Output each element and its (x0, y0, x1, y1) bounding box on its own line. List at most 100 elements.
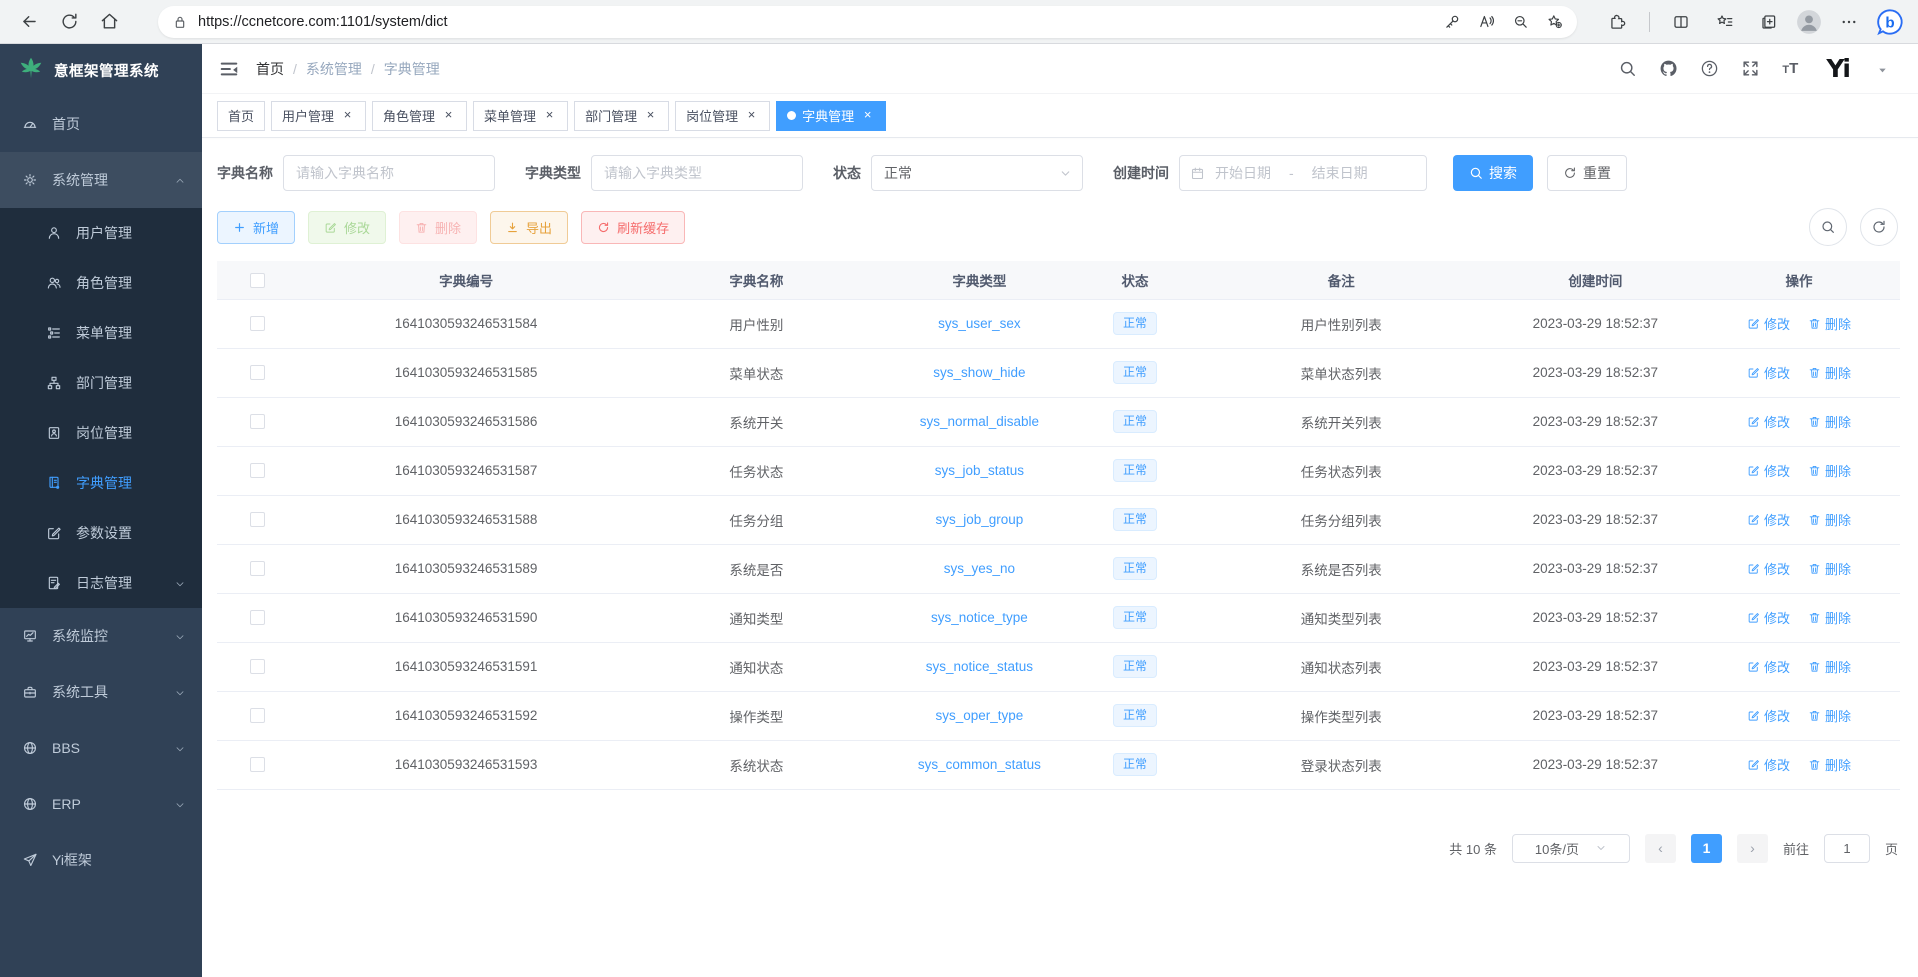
row-checkbox[interactable] (250, 610, 265, 625)
refresh-icon[interactable] (52, 5, 86, 39)
font-size-icon[interactable]: TT (1782, 60, 1798, 77)
row-delete-button[interactable]: 删除 (1808, 461, 1851, 480)
export-button[interactable]: 导出 (490, 211, 568, 244)
row-edit-button[interactable]: 修改 (1747, 755, 1790, 774)
dict-name-input[interactable] (283, 155, 495, 191)
row-delete-button[interactable]: 删除 (1808, 755, 1851, 774)
url-text[interactable]: https://ccnetcore.com:1101/system/dict (198, 14, 1437, 30)
page-size-select[interactable]: 10条/页 (1512, 834, 1630, 863)
bing-chat-icon[interactable]: b (1876, 8, 1904, 36)
sidebar-item-system-tools[interactable]: 系统工具 (0, 664, 202, 720)
sidebar-item-role-mgmt[interactable]: 角色管理 (0, 258, 202, 308)
status-select[interactable]: 正常 (871, 155, 1083, 191)
sidebar-item-system-mgmt[interactable]: 系统管理 (0, 152, 202, 208)
favorites-bar-icon[interactable] (1708, 5, 1742, 39)
sidebar-item-yi-framework[interactable]: Yi框架 (0, 832, 202, 888)
select-all-checkbox[interactable] (250, 273, 265, 288)
sidebar-item-erp[interactable]: ERP (0, 776, 202, 832)
row-edit-button[interactable]: 修改 (1747, 608, 1790, 627)
row-delete-button[interactable]: 删除 (1808, 706, 1851, 725)
row-checkbox[interactable] (250, 316, 265, 331)
row-checkbox[interactable] (250, 463, 265, 478)
close-tab-icon[interactable]: × (643, 108, 658, 123)
close-tab-icon[interactable]: × (340, 108, 355, 123)
close-tab-icon[interactable]: × (542, 108, 557, 123)
browser-profile-avatar[interactable] (1796, 9, 1822, 35)
breadcrumb-system[interactable]: 系统管理 (306, 59, 362, 79)
goto-page-input[interactable] (1824, 834, 1870, 863)
password-key-icon[interactable] (1437, 7, 1467, 37)
row-delete-button[interactable]: 删除 (1808, 412, 1851, 431)
back-icon[interactable] (12, 5, 46, 39)
row-edit-button[interactable]: 修改 (1747, 706, 1790, 725)
row-delete-button[interactable]: 删除 (1808, 657, 1851, 676)
sidebar-item-param-settings[interactable]: 参数设置 (0, 508, 202, 558)
read-aloud-icon[interactable] (1471, 7, 1501, 37)
search-button[interactable]: 搜索 (1453, 155, 1533, 191)
row-edit-button[interactable]: 修改 (1747, 314, 1790, 333)
show-search-toggle-button[interactable] (1809, 208, 1847, 246)
close-tab-icon[interactable]: × (744, 108, 759, 123)
breadcrumb-home[interactable]: 首页 (256, 59, 284, 79)
github-icon[interactable] (1659, 59, 1678, 78)
tab-3[interactable]: 菜单管理× (473, 101, 568, 131)
add-button[interactable]: 新增 (217, 211, 295, 244)
row-checkbox[interactable] (250, 659, 265, 674)
collections-icon[interactable] (1752, 5, 1786, 39)
add-favorite-icon[interactable] (1539, 7, 1569, 37)
row-edit-button[interactable]: 修改 (1747, 510, 1790, 529)
help-icon[interactable] (1700, 59, 1719, 78)
row-delete-button[interactable]: 删除 (1808, 510, 1851, 529)
dict-type-link[interactable]: sys_notice_status (926, 659, 1033, 674)
dict-type-link[interactable]: sys_notice_type (931, 610, 1028, 625)
dict-type-link[interactable]: sys_common_status (918, 757, 1041, 772)
dict-type-input[interactable] (591, 155, 803, 191)
tab-0[interactable]: 首页 (217, 101, 265, 131)
tab-active[interactable]: 字典管理× (776, 101, 886, 131)
row-edit-button[interactable]: 修改 (1747, 412, 1790, 431)
row-delete-button[interactable]: 删除 (1808, 608, 1851, 627)
dict-type-link[interactable]: sys_show_hide (933, 365, 1025, 380)
row-edit-button[interactable]: 修改 (1747, 461, 1790, 480)
fullscreen-icon[interactable] (1741, 59, 1760, 78)
row-delete-button[interactable]: 删除 (1808, 314, 1851, 333)
next-page-button[interactable]: › (1737, 834, 1768, 863)
tab-2[interactable]: 角色管理× (372, 101, 467, 131)
refresh-cache-button[interactable]: 刷新缓存 (581, 211, 685, 244)
row-checkbox[interactable] (250, 512, 265, 527)
date-range-picker[interactable]: 开始日期 - 结束日期 (1179, 155, 1427, 191)
row-edit-button[interactable]: 修改 (1747, 559, 1790, 578)
sidebar-item-home[interactable]: 首页 (0, 96, 202, 152)
row-delete-button[interactable]: 删除 (1808, 363, 1851, 382)
row-checkbox[interactable] (250, 414, 265, 429)
row-delete-button[interactable]: 删除 (1808, 559, 1851, 578)
row-checkbox[interactable] (250, 708, 265, 723)
avatar-caret-icon[interactable] (1877, 63, 1888, 74)
dict-type-link[interactable]: sys_yes_no (944, 561, 1015, 576)
row-edit-button[interactable]: 修改 (1747, 363, 1790, 382)
refresh-table-button[interactable] (1860, 208, 1898, 246)
browser-menu-dots-icon[interactable] (1832, 5, 1866, 39)
current-page-button[interactable]: 1 (1691, 834, 1722, 863)
sidebar-item-menu-mgmt[interactable]: 菜单管理 (0, 308, 202, 358)
edit-button[interactable]: 修改 (308, 211, 386, 244)
dict-type-link[interactable]: sys_job_group (935, 512, 1023, 527)
sidebar-item-log-mgmt[interactable]: 日志管理 (0, 558, 202, 608)
header-search-icon[interactable] (1618, 59, 1637, 78)
reset-button[interactable]: 重置 (1547, 155, 1627, 191)
home-icon[interactable] (92, 5, 126, 39)
dict-type-link[interactable]: sys_user_sex (938, 316, 1021, 331)
sidebar-item-user-mgmt[interactable]: 用户管理 (0, 208, 202, 258)
delete-button[interactable]: 删除 (399, 211, 477, 244)
sidebar-item-system-monitor[interactable]: 系统监控 (0, 608, 202, 664)
zoom-out-icon[interactable] (1505, 7, 1535, 37)
address-bar[interactable]: https://ccnetcore.com:1101/system/dict (158, 6, 1577, 38)
row-checkbox[interactable] (250, 561, 265, 576)
tab-5[interactable]: 岗位管理× (675, 101, 770, 131)
close-tab-icon[interactable]: × (860, 108, 875, 123)
tab-1[interactable]: 用户管理× (271, 101, 366, 131)
row-edit-button[interactable]: 修改 (1747, 657, 1790, 676)
close-tab-icon[interactable]: × (441, 108, 456, 123)
split-screen-icon[interactable] (1664, 5, 1698, 39)
sidebar-item-post-mgmt[interactable]: 岗位管理 (0, 408, 202, 458)
